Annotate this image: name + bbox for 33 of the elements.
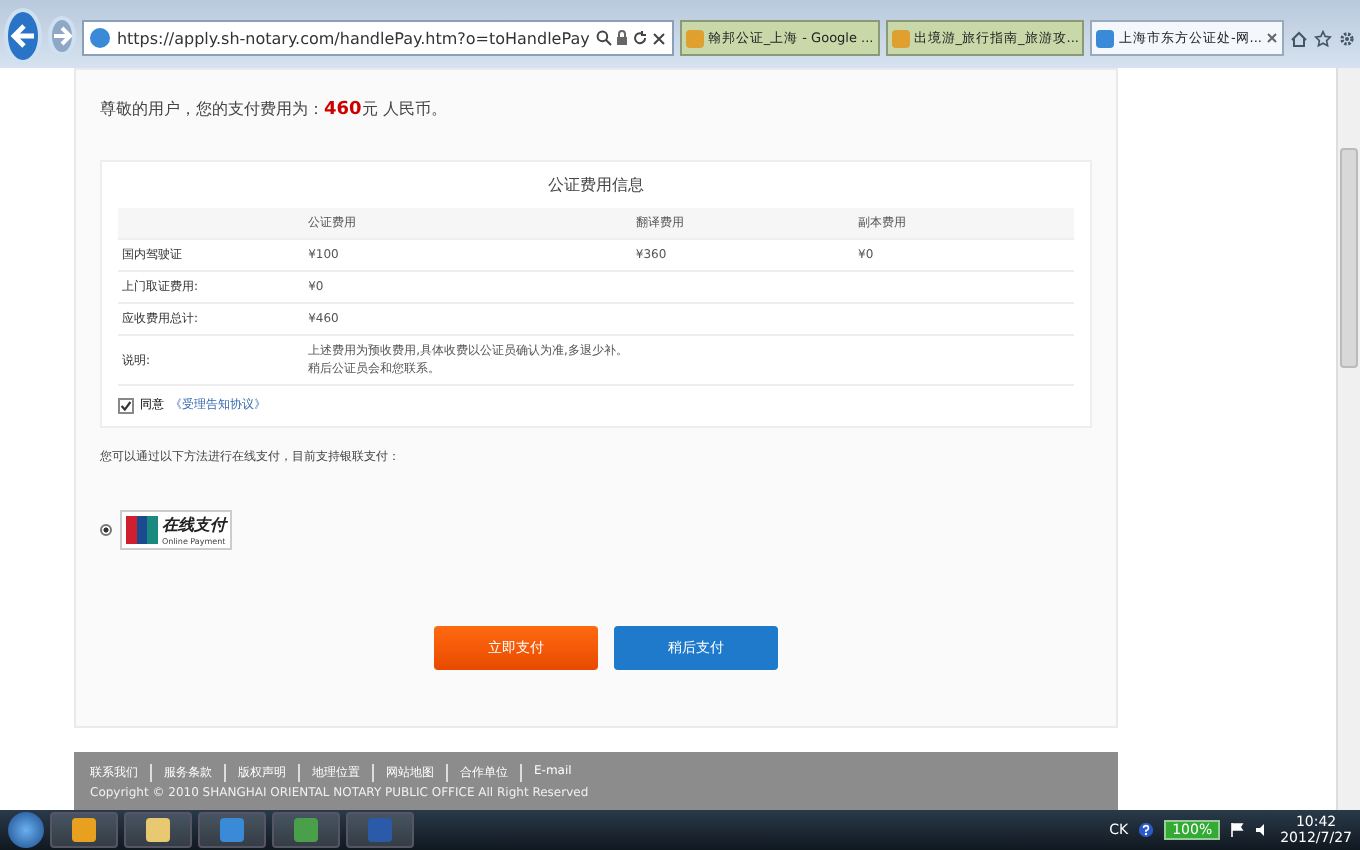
- lock-icon: [615, 30, 628, 46]
- close-icon[interactable]: [651, 31, 666, 45]
- logo-title: 在线支付: [162, 514, 226, 536]
- star-icon[interactable]: [1314, 30, 1332, 48]
- radio-button[interactable]: [100, 524, 112, 536]
- taskbar-app-button[interactable]: [272, 812, 340, 848]
- page-icon: [891, 29, 910, 47]
- help-icon[interactable]: [1138, 822, 1155, 838]
- home-icon[interactable]: [1290, 30, 1308, 48]
- checkbox[interactable]: [118, 397, 134, 413]
- page-icon: [1096, 29, 1115, 47]
- start-button[interactable]: [8, 812, 44, 848]
- settings-icon[interactable]: [1338, 30, 1356, 48]
- scroll-thumb[interactable]: [1340, 148, 1358, 368]
- taskbar-app-button[interactable]: [124, 812, 192, 848]
- payment-notice: 尊敬的用户，您的支付费用为：460元 人民币。: [100, 98, 449, 120]
- refresh-icon[interactable]: [631, 30, 648, 46]
- checkmark-icon: [120, 399, 132, 411]
- search-icon[interactable]: [595, 30, 612, 46]
- url-text: https://apply.sh-notary.com/handlePay.htm?o=toHandlePay: [116, 29, 590, 47]
- page-icon: [685, 29, 704, 47]
- address-bar[interactable]: https://apply.sh-notary.com/handlePay.htm?o=toHandlePay: [82, 20, 674, 56]
- left-arrow-icon: [9, 22, 38, 50]
- bank-card-icon: [126, 516, 158, 544]
- scrollbar[interactable]: [1336, 68, 1360, 810]
- taskbar-app-button[interactable]: [50, 812, 118, 848]
- taskbar-app-button[interactable]: [198, 812, 266, 848]
- right-arrow-icon: [52, 26, 73, 46]
- close-icon[interactable]: [1266, 32, 1278, 44]
- back-button[interactable]: [4, 8, 43, 64]
- flag-icon[interactable]: [1230, 822, 1245, 838]
- fee-title: 公证费用信息: [546, 174, 646, 198]
- page-icon: [90, 28, 111, 48]
